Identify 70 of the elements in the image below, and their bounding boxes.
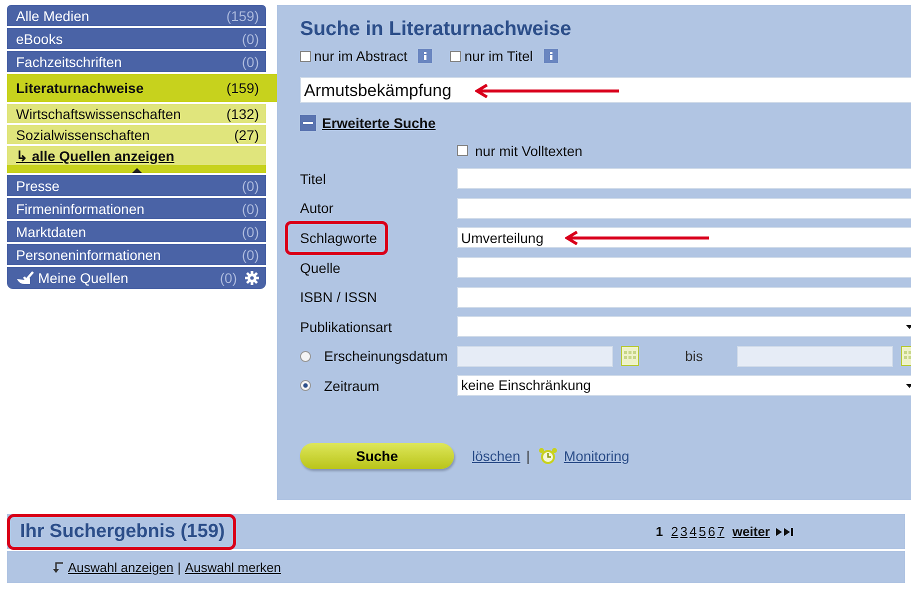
dropdown[interactable]: [457, 316, 911, 338]
clear-link[interactable]: löschen: [472, 448, 520, 464]
monitoring-link[interactable]: Monitoring: [564, 448, 630, 464]
input-field[interactable]: [457, 168, 911, 190]
sidebar-subitem[interactable]: Sozialwissenschaften (27): [7, 125, 266, 144]
calendar-icon[interactable]: [621, 346, 639, 366]
checkbox[interactable]: [450, 50, 462, 62]
field-label: Schlagworte: [285, 220, 388, 255]
sidebar-item[interactable]: Personeninformationen (0): [7, 244, 266, 265]
advanced-search-link[interactable]: Erweiterte Suche: [322, 115, 436, 131]
field-label: ISBN / ISSN: [299, 288, 378, 308]
field-label: Erscheinungsdatum: [323, 347, 449, 366]
page-link[interactable]: 5: [698, 524, 706, 539]
sidebar-item[interactable]: Alle Medien (159): [7, 5, 266, 26]
sidebar-subitem[interactable]: Wirtschaftswissenschaften (132): [7, 104, 266, 123]
input-field[interactable]: [457, 257, 911, 278]
input-field[interactable]: [457, 198, 911, 219]
caret-icon: [906, 384, 911, 388]
sidebar-item[interactable]: eBooks (0): [7, 28, 266, 49]
input-field[interactable]: Umverteilung: [457, 227, 911, 248]
sidebar-item-count: (0): [220, 270, 237, 286]
checkbox-label: nur im Titel: [464, 48, 533, 64]
checkmark-tray-icon: [16, 271, 34, 285]
page-link[interactable]: 4: [689, 524, 697, 539]
search-title: Suche in Literaturnachweise: [300, 18, 572, 41]
sidebar-item[interactable]: Presse (0): [7, 175, 266, 196]
dropdown[interactable]: keine Einschränkung: [457, 375, 911, 396]
field-label: Autor: [299, 199, 334, 218]
page-link[interactable]: 6: [708, 524, 716, 539]
range-separator: bis: [685, 348, 703, 364]
radio-button[interactable]: [300, 350, 311, 362]
checkbox-label: nur mit Volltexten: [475, 142, 582, 158]
input-field[interactable]: [457, 286, 911, 308]
current-page: 1: [656, 524, 664, 539]
show-selection-link[interactable]: Auswahl anzeigen: [68, 560, 174, 574]
settings-icon[interactable]: [245, 271, 259, 285]
field-label: Publikationsart: [299, 318, 393, 337]
field-label: Quelle: [299, 258, 342, 278]
save-selection-link[interactable]: Auswahl merken: [184, 560, 282, 574]
page-link[interactable]: 3: [680, 524, 688, 539]
sidebar-item-label[interactable]: Meine Quellen: [38, 270, 128, 286]
return-arrow-icon: [52, 561, 64, 573]
separator: |: [178, 560, 181, 574]
page-link[interactable]: 2: [671, 524, 678, 539]
collapse-icon[interactable]: [300, 115, 316, 131]
results-title: Ihr Suchergebnis (159): [7, 514, 236, 550]
field-label: Zeitraum: [323, 376, 380, 396]
checkbox[interactable]: [300, 50, 311, 62]
next-link[interactable]: weiter: [732, 524, 770, 539]
collapse-icon: [132, 168, 142, 173]
next-icon[interactable]: [776, 528, 782, 536]
sidebar-item[interactable]: Firmeninformationen (0): [7, 198, 266, 219]
caret-icon: [906, 324, 911, 329]
sidebar-item[interactable]: Fachzeitschriften (0): [7, 51, 266, 72]
info-icon[interactable]: [544, 49, 558, 63]
separator: |: [526, 448, 530, 464]
last-page-icon[interactable]: [784, 528, 793, 536]
search-button[interactable]: Suche: [300, 442, 454, 469]
radio-button[interactable]: [300, 380, 311, 392]
page-link[interactable]: 7: [717, 524, 724, 539]
checkbox[interactable]: [457, 145, 468, 156]
sidebar-item[interactable]: Literaturnachweise (159): [7, 74, 277, 102]
alarm-clock-icon: [538, 446, 558, 465]
checkbox-label: nur im Abstract: [314, 48, 408, 64]
info-icon[interactable]: [418, 49, 432, 63]
date-field[interactable]: [457, 346, 613, 367]
sidebar-item[interactable]: Marktdaten (0): [7, 221, 266, 242]
field-label: Titel: [299, 170, 327, 189]
search-field[interactable]: Armutsbekämpfung: [300, 77, 911, 103]
date-field[interactable]: [736, 346, 893, 367]
